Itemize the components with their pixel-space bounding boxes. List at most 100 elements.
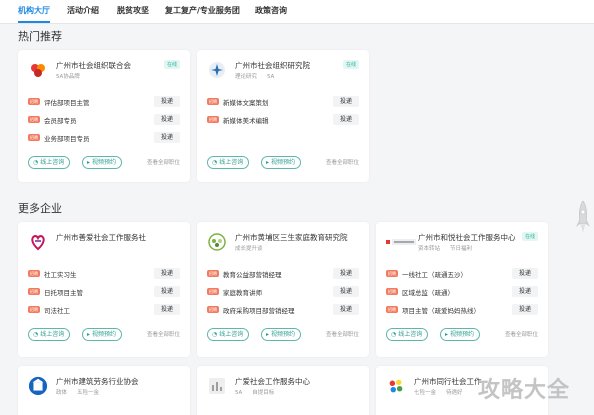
deliver-button[interactable]: 投递 [154,304,180,315]
job-title[interactable]: 新媒体美术编辑 [223,115,269,125]
job-row[interactable]: 招聘 区域总监（疏通） 投递 [386,286,538,298]
job-title[interactable]: 一线社工（疏通五沙） [402,269,467,279]
job-title[interactable]: 政府采购项目部营销经理 [223,305,295,315]
org-card: 广州市社会组织联合会 5A协品牌 在线 招聘 评估部项目主管 投递 招聘 会员部… [18,50,190,182]
job-row[interactable]: 招聘 社工实习生 投递 [28,268,180,280]
job-row[interactable]: 招聘 会员部专员 投递 [28,114,180,126]
deliver-button[interactable]: 投递 [512,304,538,315]
view-all-jobs-link[interactable]: 查看全部职位 [326,158,359,166]
card-footer: ◔ 线上咨询 ▸ 视频预约 查看全部职位 [207,156,359,170]
online-badge: 在线 [521,232,538,241]
deliver-button[interactable]: 投递 [333,268,359,279]
org-logo-icon [207,376,227,396]
chat-icon: ◔ [212,159,218,166]
org-name[interactable]: 广州市社会组织研究院 [235,60,310,71]
job-title[interactable]: 日托项目主管 [44,287,83,297]
deliver-button[interactable]: 投递 [333,114,359,125]
section-title-more: 更多企业 [18,202,62,215]
video-appointment-button[interactable]: ▸ 视频预约 [82,328,123,341]
job-row[interactable]: 招聘 评估部项目主管 投递 [28,96,180,108]
job-title[interactable]: 新媒体文案策划 [223,97,269,107]
org-name[interactable]: 广州市善爱社会工作服务社 [56,232,146,243]
hiring-tag: 招聘 [28,134,40,141]
nav-tab-policy[interactable]: 政策咨询 [255,5,287,16]
video-appointment-button[interactable]: ▸ 视频预约 [261,328,302,341]
job-row[interactable]: 招聘 日托项目主管 投递 [28,286,180,298]
job-title[interactable]: 业务部项目专员 [44,133,90,143]
job-title[interactable]: 社工实习生 [44,269,77,279]
job-title[interactable]: 会员部专员 [44,115,77,125]
org-card: 广爱社会工作服务中心 5A 自提目标 [197,366,369,415]
card-footer: ◔ 线上咨询 ▸ 视频预约 查看全部职位 [28,328,180,342]
chat-icon: ◔ [33,159,39,166]
org-tags: 理论研究 5A [235,74,275,80]
job-row[interactable]: 招聘 新媒体美术编辑 投递 [207,114,359,126]
nav-tab-resume-work[interactable]: 复工复产/专业服务团 [165,5,240,16]
video-appointment-button[interactable]: ▸ 视频预约 [261,156,302,169]
org-card: 广州市黄埔区三生家庭教育研究院 成长提升谈 招聘 教育公益部营销经理 投递 招聘… [197,222,369,357]
back-to-top-rocket-icon[interactable] [575,200,591,238]
chat-icon: ◔ [391,331,397,338]
deliver-button[interactable]: 投递 [333,304,359,315]
job-title[interactable]: 项目主管（疏爱妈妈热线） [402,305,480,315]
hiring-tag: 招聘 [28,270,40,277]
online-consult-button[interactable]: ◔ 线上咨询 [207,156,250,169]
online-badge: 在线 [342,60,359,69]
job-row[interactable]: 招聘 教育公益部营销经理 投递 [207,268,359,280]
job-row[interactable]: 招聘 司法社工 投递 [28,304,180,316]
view-all-jobs-link[interactable]: 查看全部职位 [147,158,180,166]
org-tags: 5A 自提目标 [235,390,275,396]
video-appointment-button[interactable]: ▸ 视频预约 [440,328,481,341]
view-all-jobs-link[interactable]: 查看全部职位 [505,330,538,338]
section-title-hot: 热门推荐 [18,30,62,43]
card-footer: ◔ 线上咨询 ▸ 视频预约 查看全部职位 [207,328,359,342]
deliver-button[interactable]: 投递 [333,96,359,107]
hiring-tag: 招聘 [28,288,40,295]
deliver-button[interactable]: 投递 [154,132,180,143]
job-row[interactable]: 招聘 政府采购项目部营销经理 投递 [207,304,359,316]
nav-tab-hall[interactable]: 机构大厅 [18,5,50,16]
online-consult-button[interactable]: ◔ 线上咨询 [28,156,71,169]
hiring-tag: 招聘 [386,306,398,313]
job-row[interactable]: 招聘 一线社工（疏通五沙） 投递 [386,268,538,280]
job-title[interactable]: 教育公益部营销经理 [223,269,282,279]
card-header: 广州市善爱社会工作服务社 [26,230,182,256]
org-card: 广州市社会组织研究院 理论研究 5A 在线 招聘 新媒体文案策划 投递 招聘 新媒… [197,50,369,182]
org-name[interactable]: 广州市社会组织联合会 [56,60,131,71]
video-appointment-button[interactable]: ▸ 视频预约 [82,156,123,169]
org-tags: 5A协品牌 [56,74,80,80]
org-name[interactable]: 广州市和悦社会工作服务中心 [418,232,516,243]
card-header: 广爱社会工作服务中心 5A 自提目标 [205,374,361,400]
job-row[interactable]: 招聘 项目主管（疏爱妈妈热线） 投递 [386,304,538,316]
nav-tab-poverty[interactable]: 脱贫攻坚 [117,5,149,16]
deliver-button[interactable]: 投递 [154,286,180,297]
job-row[interactable]: 招聘 新媒体文案策划 投递 [207,96,359,108]
online-consult-button[interactable]: ◔ 线上咨询 [386,328,429,341]
org-name[interactable]: 广州市同行社会工作 [414,376,482,387]
job-title[interactable]: 家庭教育讲师 [223,287,262,297]
org-name[interactable]: 广州市黄埔区三生家庭教育研究院 [235,232,348,243]
online-consult-button[interactable]: ◔ 线上咨询 [207,328,250,341]
online-consult-button[interactable]: ◔ 线上咨询 [28,328,71,341]
card-header: 广州市和悦社会工作服务中心 资本转站 节日福利 在线 [384,230,540,256]
deliver-button[interactable]: 投递 [512,268,538,279]
org-name[interactable]: 广爱社会工作服务中心 [235,376,310,387]
org-logo-icon [207,232,227,252]
job-row[interactable]: 招聘 业务部项目专员 投递 [28,132,180,144]
org-tags: 政体 五险一金 [56,390,100,396]
nav-tab-events[interactable]: 活动介绍 [67,5,99,16]
job-title[interactable]: 评估部项目主管 [44,97,90,107]
job-row[interactable]: 招聘 家庭教育讲师 投递 [207,286,359,298]
deliver-button[interactable]: 投递 [154,114,180,125]
active-tab-indicator [18,21,50,23]
view-all-jobs-link[interactable]: 查看全部职位 [326,330,359,338]
org-name[interactable]: 广州市建筑劳务行业协会 [56,376,139,387]
deliver-button[interactable]: 投递 [512,286,538,297]
deliver-button[interactable]: 投递 [154,96,180,107]
job-title[interactable]: 司法社工 [44,305,70,315]
view-all-jobs-link[interactable]: 查看全部职位 [147,330,180,338]
card-footer: ◔ 线上咨询 ▸ 视频预约 查看全部职位 [28,156,180,170]
deliver-button[interactable]: 投递 [333,286,359,297]
job-title[interactable]: 区域总监（疏通） [402,287,454,297]
deliver-button[interactable]: 投递 [154,268,180,279]
